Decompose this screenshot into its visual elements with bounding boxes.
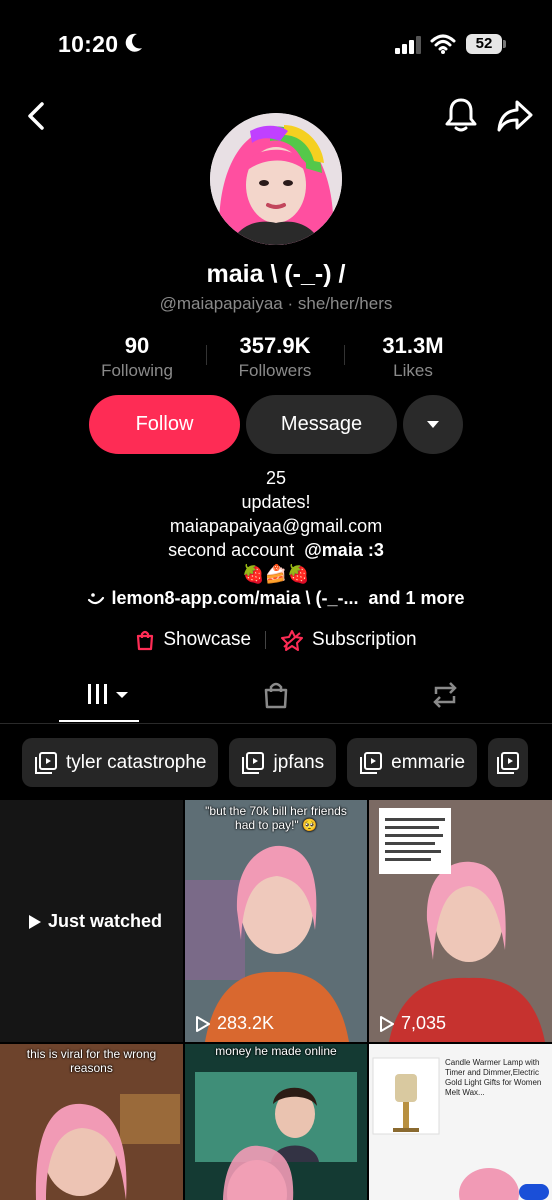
handle-line: @maiapapaiyaa · she/her/hers [0, 294, 552, 314]
wifi-icon [430, 34, 456, 54]
play-icon [380, 1015, 394, 1032]
tab-reposts[interactable] [430, 680, 460, 715]
playlist-name: emmarie [391, 751, 466, 773]
link-url: lemon8-app.com/maia \ (-_-... [111, 588, 359, 608]
status-time: 10:20 [58, 31, 119, 57]
playlist-icon [242, 751, 265, 774]
profile-link[interactable]: lemon8-app.com/maia \ (-_-... and 1 more [0, 588, 552, 609]
playlist-icon [35, 751, 57, 774]
tab-active-indicator [59, 720, 139, 722]
link-more: and 1 more [368, 588, 465, 608]
profile-tabs [0, 670, 552, 724]
video-thumbnail[interactable]: this is viral for the wrong reasons [0, 1044, 183, 1200]
subscription-link[interactable]: Subscription [280, 629, 417, 651]
bell-icon[interactable] [443, 96, 479, 134]
handle-separator: · [287, 294, 294, 313]
bio-line: updates! [241, 492, 311, 512]
bio: 25 updates! maiapapaiyaa@gmail.com secon… [0, 466, 552, 586]
tab-shop[interactable] [262, 680, 290, 715]
showcase-label: Showcase [163, 629, 252, 650]
repost-icon [433, 682, 457, 708]
follow-button[interactable]: Follow [89, 395, 240, 454]
stat-label: Likes [393, 361, 433, 380]
playlist-icon [360, 751, 383, 774]
moon-icon [125, 33, 142, 52]
grid-icon [88, 684, 128, 704]
chevron-down-icon [427, 421, 439, 428]
video-thumbnail-image [185, 1044, 367, 1200]
stat-label: Followers [238, 361, 312, 380]
playlist-chip[interactable]: jpfans [229, 738, 337, 787]
stat-following[interactable]: 90 Following [68, 333, 206, 383]
bio-email: maiapapaiyaa@gmail.com [169, 516, 383, 536]
stat-divider [206, 345, 207, 365]
shop-divider [265, 631, 267, 649]
bio-text: second account [168, 540, 295, 560]
just-watched-overlay: Just watched [28, 911, 162, 932]
view-count: 7,035 [379, 1013, 446, 1034]
view-count-value: 7,035 [401, 1013, 447, 1033]
stat-value: 357.9K [239, 333, 311, 358]
lemon8-icon [88, 593, 105, 605]
video-thumbnail[interactable]: Candle Warmer Lamp with Timer and Dimmer… [369, 1044, 552, 1200]
pronouns: she/her/hers [297, 294, 393, 313]
video-thumbnail[interactable]: "but the 70k bill her friends had to pay… [185, 800, 367, 1042]
video-caption: "but the 70k bill her friends had to pay… [205, 804, 347, 832]
playlist-chip[interactable]: tyler catastrophe [22, 738, 219, 787]
playlist-chip[interactable] [488, 738, 529, 787]
avatar-image [210, 113, 342, 245]
shop-row: Showcase Subscription [0, 629, 552, 651]
video-thumbnail[interactable]: Just watched [0, 800, 183, 1042]
playlist-icon [497, 751, 520, 774]
playlist-row: tyler catastrophe jpfans emmarie [22, 738, 529, 787]
bio-line: second account @maia :3 [0, 538, 552, 562]
display-name: maia \ (-_-) / [206, 260, 346, 288]
video-thumbnail[interactable]: money he made online [185, 1044, 367, 1200]
suggested-accounts-button[interactable] [403, 395, 463, 454]
just-watched-label: Just watched [48, 911, 163, 931]
shopping-bag-icon [264, 682, 288, 709]
stat-likes[interactable]: 31.3M Likes [344, 333, 482, 383]
stat-value: 90 [124, 333, 150, 358]
stat-value: 31.3M [382, 333, 444, 358]
subscription-star-icon [281, 630, 304, 651]
cellular-signal-icon [395, 36, 421, 54]
tab-videos[interactable] [86, 680, 130, 713]
playlist-chip[interactable]: emmarie [347, 738, 478, 787]
username: @maiapapaiyaa [159, 294, 283, 313]
play-icon [196, 1015, 210, 1032]
video-thumbnail-image [185, 800, 367, 1042]
showcase-link[interactable]: Showcase [135, 629, 251, 651]
share-icon[interactable] [496, 98, 534, 134]
battery-indicator: 52 [466, 34, 502, 54]
shopping-bag-icon [137, 630, 154, 651]
play-icon [29, 914, 41, 929]
video-caption: money he made online [215, 1044, 337, 1058]
bio-line: 25 [265, 468, 287, 488]
stat-label: Following [101, 361, 173, 380]
view-count: 283.2K [195, 1013, 274, 1034]
video-thumbnail[interactable]: 7,035 [369, 800, 552, 1042]
product-title: Candle Warmer Lamp with Timer and Dimmer… [445, 1058, 542, 1097]
message-button[interactable]: Message [246, 395, 397, 454]
back-icon[interactable] [22, 98, 50, 134]
battery-tip [503, 40, 506, 48]
bio-emoji-line: 🍓🍰🍓 [242, 564, 310, 584]
status-bar: 10:20 52 [0, 0, 552, 90]
stat-followers[interactable]: 357.9K Followers [206, 333, 344, 383]
playlist-name: tyler catastrophe [66, 751, 207, 773]
playlist-name: jpfans [273, 751, 325, 773]
profile-stats: 90 Following 357.9K Followers 31.3M Like… [68, 333, 484, 383]
video-thumbnail-image [369, 800, 552, 1042]
view-count-value: 283.2K [217, 1013, 275, 1033]
avatar[interactable] [210, 113, 342, 245]
stat-divider [344, 345, 345, 365]
subscription-label: Subscription [312, 629, 417, 650]
video-caption: this is viral for the wrong reasons [26, 1047, 157, 1075]
bio-mention-link[interactable]: @maia :3 [304, 540, 384, 560]
